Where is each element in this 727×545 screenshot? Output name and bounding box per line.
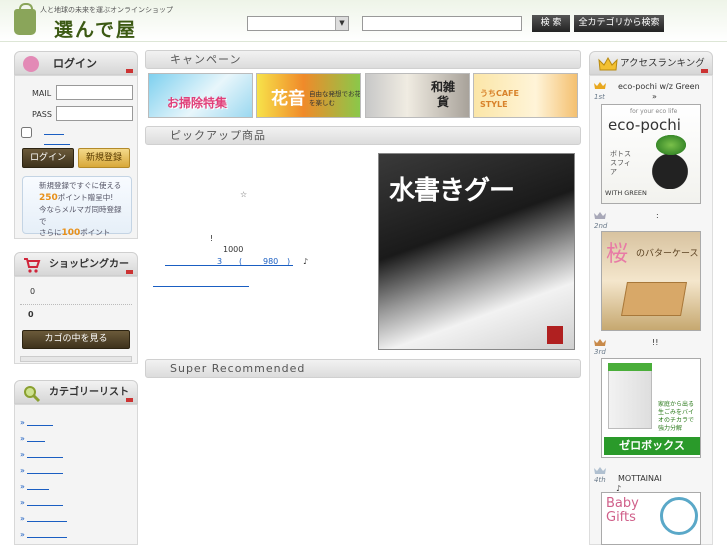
search-button[interactable]: 検 索 — [532, 15, 570, 32]
cart-total: 0 — [28, 310, 34, 319]
password-field[interactable] — [56, 106, 133, 121]
login-heading: ログイン — [14, 51, 138, 75]
divider — [20, 304, 132, 305]
ranking-arrow: » — [652, 92, 657, 101]
category-item[interactable]: » — [20, 434, 46, 443]
site-logo[interactable]: 選んで屋 — [54, 15, 137, 42]
logo-tagline: 人と地球の未来を運ぶオンラインショップ — [40, 6, 173, 14]
resize-handle[interactable] — [20, 356, 132, 362]
ranking-item-image[interactable]: 桜 のバターケース — [601, 231, 701, 331]
remember-checkbox[interactable] — [21, 127, 32, 138]
chevron-down-icon[interactable]: ▼ — [335, 17, 348, 30]
pickup-heading: ピックアップ商品 — [145, 126, 581, 145]
lid-stripe — [608, 363, 652, 371]
red-seal-icon — [547, 326, 563, 344]
mottainai-logo-icon — [660, 497, 698, 535]
search-input[interactable] — [362, 16, 522, 31]
ranking-item-name[interactable]: MOTTAINAI — [618, 474, 662, 483]
pickup-product-image[interactable]: 水書きグー — [378, 153, 575, 350]
flag-icon — [126, 398, 133, 402]
mail-label: MAIL — [32, 89, 52, 98]
category-item[interactable]: » — [20, 450, 64, 459]
category-item[interactable]: » — [20, 482, 50, 491]
mail-field[interactable] — [56, 85, 133, 100]
pickup-price: 1000 — [223, 245, 244, 254]
super-recommended-heading: Super Recommended — [145, 359, 581, 378]
cart-heading: ショッピングカート — [14, 252, 138, 294]
login-circle-icon — [23, 56, 39, 72]
flag-icon — [701, 69, 708, 73]
gold-crown-icon — [594, 82, 606, 90]
register-button[interactable]: 新規登録 — [78, 148, 130, 168]
remember-link[interactable] — [44, 134, 64, 135]
category-select[interactable]: ▼ — [247, 16, 349, 31]
flag-icon — [126, 270, 133, 274]
ranking-item-name[interactable]: : — [656, 211, 659, 220]
view-cart-button[interactable]: カゴの中を見る — [22, 330, 130, 349]
pickup-detail-link[interactable] — [153, 286, 249, 287]
ranking-item-name[interactable]: !! — [652, 338, 658, 347]
ranking-item-name[interactable]: eco-pochi w/z Green — [618, 82, 700, 91]
crown-icon — [598, 56, 618, 72]
ranking-item-image[interactable]: Baby Gifts — [601, 492, 701, 545]
music-note: ♪ — [303, 257, 309, 266]
butter-case-image — [621, 282, 687, 316]
category-item[interactable]: » — [20, 530, 68, 539]
bronze-crown-icon — [594, 339, 606, 347]
register-promo-banner[interactable]: 新規登録ですぐに使える 250ポイント贈呈中! 今ならメルマガ同時登録で さらに… — [22, 176, 132, 238]
flower-campaign-banner[interactable]: 花音 自由な発想でお花を楽しむ — [256, 73, 361, 118]
category-item[interactable]: » — [20, 514, 68, 523]
category-item[interactable]: » — [20, 418, 54, 427]
zerobox-image — [608, 363, 652, 429]
silver-crown-icon — [594, 212, 606, 220]
pickup-text-exclaim: ! — [210, 234, 214, 243]
category-item[interactable]: » — [20, 466, 64, 475]
ranking-item-image[interactable]: 家庭から出る生ごみをバイオのチカラで強力分解 ゼロボックス — [601, 358, 701, 458]
cart-icon — [23, 256, 41, 273]
forgot-password-link[interactable] — [44, 144, 70, 145]
cleaning-campaign-banner[interactable]: お掃除特集 — [148, 73, 253, 118]
cart-item-count: 0 — [30, 287, 36, 296]
magnifier-icon — [23, 385, 41, 403]
flag-icon — [126, 69, 133, 73]
category-heading: カテゴリーリスト — [14, 380, 138, 404]
pass-label: PASS — [32, 110, 52, 119]
crown-icon — [594, 467, 606, 475]
login-button[interactable]: ログイン — [22, 148, 74, 168]
all-category-search-button[interactable]: 全カテゴリから検索 — [574, 15, 664, 32]
campaign-heading: キャンペーン — [145, 50, 581, 69]
plant-leaves-image — [656, 135, 686, 155]
shopping-bag-logo-icon[interactable] — [14, 3, 36, 35]
ranking-item-image[interactable]: for your eco life eco-pochi ボトス スフィア WIT… — [601, 104, 701, 204]
japanese-goods-banner[interactable]: 和雑貨 — [365, 73, 470, 118]
ranking-heading: アクセスランキング — [589, 51, 713, 75]
home-cafe-banner[interactable]: うちCAFE STYLE — [473, 73, 578, 118]
category-item[interactable]: » — [20, 498, 64, 507]
star-mark: ☆ — [240, 190, 248, 199]
pickup-campaign-link[interactable]: 3 ( 980 ) — [165, 257, 293, 266]
